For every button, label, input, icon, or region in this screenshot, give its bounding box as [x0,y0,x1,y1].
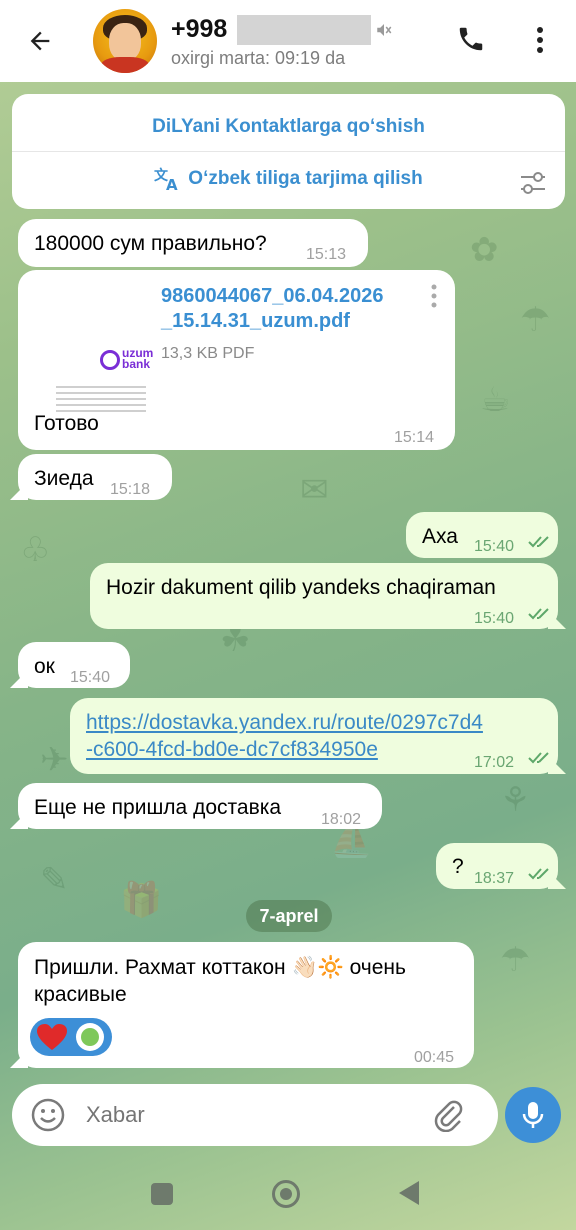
file-name[interactable]: 9860044067_06.04.2026 _15.14.31_uzum.pdf [161,284,383,334]
message-time: 00:45 [414,1049,455,1066]
date-separator: 7-aprel [246,900,332,932]
message-time: 15:40 [474,610,515,627]
message-outgoing[interactable]: Аха 15:40 [406,512,558,558]
arrow-left-icon [30,31,50,51]
double-check-icon [528,868,549,880]
message-time: 18:37 [474,870,515,887]
reactor-avatar [76,1023,104,1051]
message-composer [12,1084,498,1146]
message-incoming[interactable]: Еще не пришла доставка 18:02 [18,783,382,829]
double-check-icon [528,536,549,548]
message-text: 180000 сум правильно? [34,232,267,255]
message-incoming-file[interactable]: uzum bank 9860044067_06.04.2026 _15.14.31… [18,270,455,450]
contact-name: +998 [171,15,228,43]
add-to-contacts-button[interactable]: DiLYani Kontaktlarga qo‘shish [12,116,565,138]
message-input[interactable] [86,1102,416,1128]
message-text: ? [452,855,464,878]
message-outgoing-link[interactable]: https://dostavka.yandex.ru/route/0297c7d… [70,698,558,774]
message-text: Hozir dakument qilib yandeks chaqiraman [106,576,496,599]
last-seen-status: oxirgi marta: 09:19 da [171,47,346,68]
message-outgoing[interactable]: Hozir dakument qilib yandeks chaqiraman … [90,563,558,629]
recent-apps-button[interactable] [151,1183,173,1205]
message-outgoing[interactable]: ? 18:37 [436,843,558,889]
vertical-dots-icon [537,27,543,53]
svg-text:A: A [166,176,178,192]
voice-record-button[interactable] [505,1087,561,1143]
message-time: 15:40 [70,669,111,686]
message-time: 18:02 [321,811,362,828]
message-time: 15:40 [474,538,515,555]
file-thumbnail[interactable]: uzum bank [36,290,160,418]
thumbnail-logo-text: uzum bank [122,346,154,371]
message-incoming[interactable]: ок 15:40 [18,642,130,688]
message-text: ок [34,655,55,678]
double-check-icon [528,608,549,620]
message-time: 15:14 [394,429,435,446]
contact-actions-card: DiLYani Kontaktlarga qo‘shish 文 A O‘zbek… [12,94,565,209]
call-button[interactable] [454,22,488,56]
home-button[interactable] [272,1180,300,1208]
yandex-route-link[interactable]: https://dostavka.yandex.ru/route/0297c7d… [86,709,483,763]
message-text: Зиеда [34,467,94,490]
contact-avatar[interactable] [93,9,157,73]
file-caption: Готово [34,412,99,435]
contact-title[interactable]: +998 oxirgi marta: 09:19 da [171,14,393,69]
redacted-number [237,14,372,45]
system-back-button[interactable] [399,1181,419,1205]
message-incoming[interactable]: 180000 сум правильно? 15:13 [18,219,368,267]
file-menu-icon[interactable] [430,284,438,308]
heart-reaction-icon [37,1024,67,1050]
message-text: Пришли. Рахмат коттакон 👋🏻🔆 очень красив… [34,956,406,1006]
message-text: Аха [422,525,458,548]
message-time: 15:18 [110,481,151,498]
file-size: 13,3 KB PDF [161,345,255,362]
microphone-icon [522,1102,544,1128]
paperclip-icon[interactable] [432,1098,466,1132]
message-reactions[interactable] [30,1018,112,1056]
muted-icon [377,23,392,36]
chat-header: +998 oxirgi marta: 09:19 da [0,0,576,82]
message-time: 17:02 [474,754,515,771]
message-incoming[interactable]: Зиеда 15:18 [18,454,172,500]
message-time: 15:13 [306,246,347,263]
sliders-icon[interactable] [519,170,547,196]
divider [12,151,565,152]
translate-icon: 文 A [154,167,178,192]
uzum-logo-icon [100,350,120,370]
phone-icon [459,27,483,51]
back-button[interactable] [20,21,60,61]
emoji-icon[interactable] [30,1097,66,1133]
message-text: Еще не пришла доставка [34,796,282,819]
double-check-icon [528,752,549,764]
translate-label: O‘zbek tiliga tarjima qilish [188,168,423,189]
more-options-button[interactable] [526,22,554,58]
translate-button[interactable]: 文 A O‘zbek tiliga tarjima qilish [12,166,565,192]
